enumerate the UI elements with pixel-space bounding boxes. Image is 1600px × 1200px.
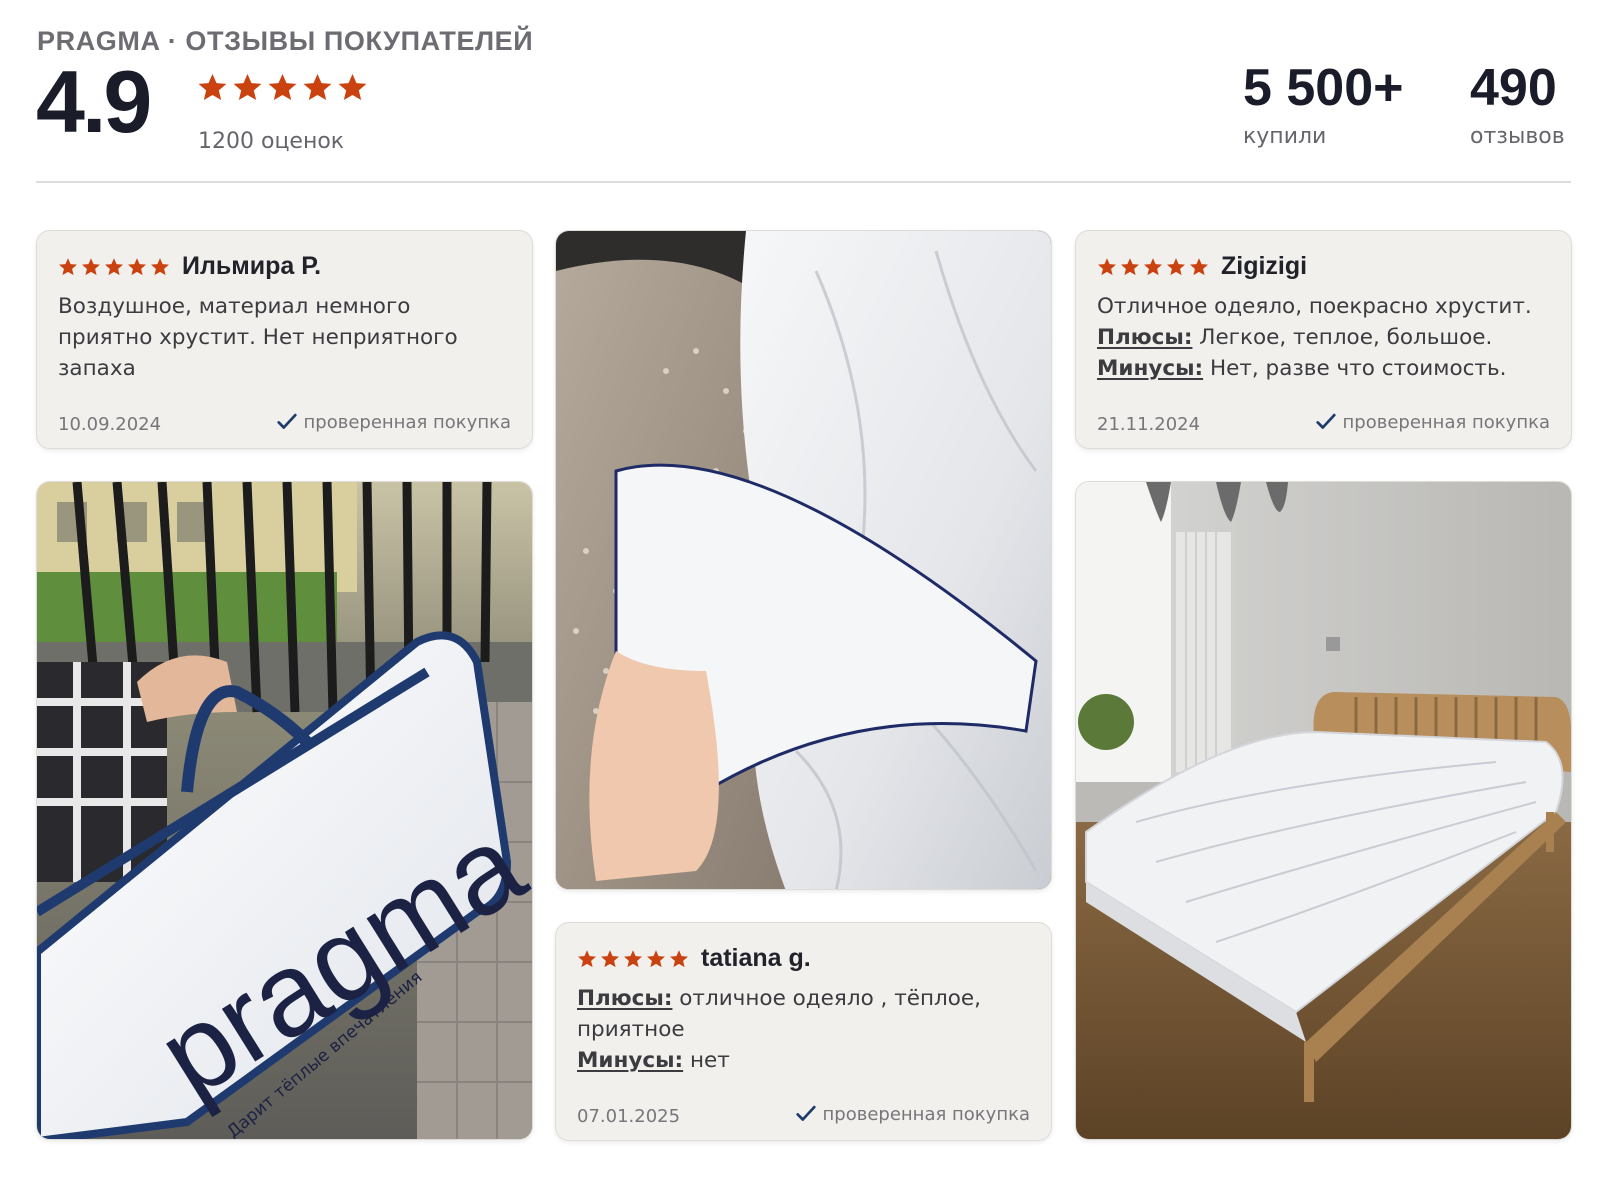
review-date: 07.01.2025 — [577, 1106, 681, 1127]
review-stars — [1097, 257, 1209, 277]
verified-label: проверенная покупка — [1342, 411, 1550, 433]
review-card-ilmira: Ильмира Р. Воздушное, материал немного п… — [36, 230, 533, 449]
review-photo-pillow[interactable] — [555, 230, 1052, 890]
star-icon — [1166, 257, 1186, 277]
checkmark-icon — [1315, 411, 1337, 433]
review-author: tatiana g. — [701, 944, 811, 972]
ratings-count: 1200 оценок — [198, 129, 345, 154]
star-icon — [1120, 257, 1140, 277]
bag-photo-illustration: pragma Дарит тёплые впечатления — [37, 482, 532, 1139]
stat-reviews-label: отзывов — [1470, 124, 1565, 149]
star-icon — [577, 949, 597, 969]
review-date: 10.09.2024 — [58, 414, 162, 435]
review-photo-bag[interactable]: pragma Дарит тёплые впечатления — [36, 481, 533, 1140]
review-body: Плюсы: отличное одеяло , тёплое, приятно… — [577, 983, 997, 1076]
cons-text: нет — [689, 1048, 730, 1073]
star-icon — [302, 72, 333, 103]
stat-bought-label: купили — [1243, 124, 1327, 149]
verified-purchase: проверенная покупка — [795, 1103, 1030, 1125]
star-icon — [104, 257, 124, 277]
star-icon — [150, 257, 170, 277]
star-icon — [1143, 257, 1163, 277]
stat-reviews: 490 отзывов — [1470, 62, 1565, 149]
star-icon — [81, 257, 101, 277]
star-icon — [1189, 257, 1209, 277]
review-author: Ильмира Р. — [182, 252, 322, 280]
header-divider — [36, 181, 1571, 183]
review-text: Отличное одеяло, поекрасно хрустит. — [1097, 294, 1532, 319]
cons-label: Минусы: — [577, 1048, 684, 1073]
review-text: Воздушное, материал немного приятно хрус… — [58, 294, 458, 381]
star-icon — [127, 257, 147, 277]
checkmark-icon — [795, 1103, 817, 1125]
bed-photo-illustration — [1076, 482, 1571, 1139]
stat-bought: 5 500+ купили — [1243, 62, 1404, 149]
verified-purchase: проверенная покупка — [1315, 411, 1550, 433]
pros-text: Легкое, теплое, большое. — [1199, 325, 1493, 350]
average-rating: 4.9 — [36, 52, 152, 151]
verified-purchase: проверенная покупка — [276, 411, 511, 433]
checkmark-icon — [276, 411, 298, 433]
verified-label: проверенная покупка — [822, 1103, 1030, 1125]
review-author: Zigizigi — [1221, 252, 1308, 280]
review-stars — [58, 257, 170, 277]
review-photo-bed[interactable] — [1075, 481, 1572, 1140]
cons-label: Минусы: — [1097, 356, 1204, 381]
stat-bought-value: 5 500+ — [1243, 59, 1404, 117]
cons-text: Нет, разве что стоимость. — [1209, 356, 1507, 381]
star-icon — [267, 72, 298, 103]
star-icon — [669, 949, 689, 969]
review-card-tatiana: tatiana g. Плюсы: отличное одеяло , тёпл… — [555, 922, 1052, 1141]
pros-label: Плюсы: — [577, 986, 673, 1011]
star-icon — [1097, 257, 1117, 277]
review-card-zigizigi: Zigizigi Отличное одеяло, поекрасно хрус… — [1075, 230, 1572, 449]
star-icon — [600, 949, 620, 969]
average-rating-stars — [197, 72, 368, 106]
star-icon — [232, 72, 263, 103]
review-stars — [577, 949, 689, 969]
review-date: 21.11.2024 — [1097, 414, 1201, 435]
pros-label: Плюсы: — [1097, 325, 1193, 350]
star-icon — [337, 72, 368, 103]
star-icon — [646, 949, 666, 969]
verified-label: проверенная покупка — [303, 411, 511, 433]
pillow-photo-illustration — [556, 231, 1051, 889]
star-icon — [197, 72, 228, 103]
review-body: Отличное одеяло, поекрасно хрустит. Плюс… — [1097, 291, 1557, 384]
star-icon — [58, 257, 78, 277]
star-icon — [623, 949, 643, 969]
stat-reviews-value: 490 — [1470, 59, 1557, 117]
